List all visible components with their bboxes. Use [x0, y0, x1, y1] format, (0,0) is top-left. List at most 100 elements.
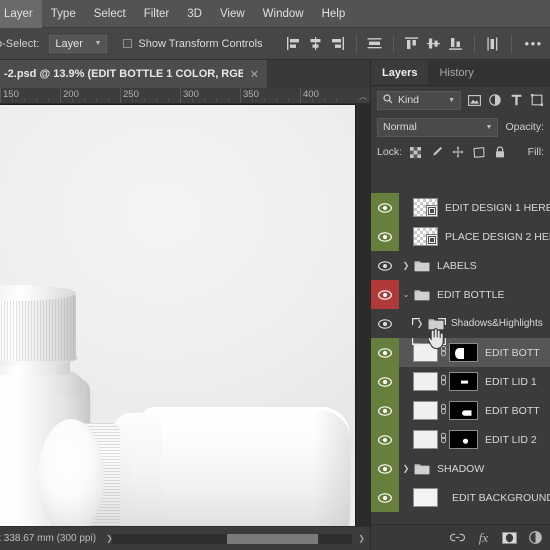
chevron-up-icon[interactable]: ︿: [356, 88, 370, 103]
layer-name: SHADOW: [437, 462, 485, 475]
layer-row[interactable]: EDIT BACKGROUND COLO: [371, 483, 550, 512]
pixel-layer-filter-icon[interactable]: [467, 93, 481, 107]
layer-thumbnail[interactable]: [413, 401, 438, 420]
layer-thumbnail[interactable]: [413, 198, 438, 217]
filter-kind-dropdown[interactable]: Kind ▼: [377, 90, 461, 110]
menu-item-3d[interactable]: 3D: [178, 0, 211, 28]
new-adjustment-layer-icon[interactable]: [528, 530, 543, 545]
filter-type-icons: [467, 93, 544, 107]
layer-visibility-toggle[interactable]: [371, 367, 399, 396]
align-top-edges-icon[interactable]: [401, 34, 423, 54]
lock-artboard-nesting-icon[interactable]: [472, 146, 485, 159]
document-canvas[interactable]: [0, 104, 356, 526]
layer-row[interactable]: EDIT BOTT: [371, 396, 550, 425]
distribute-vertically-icon[interactable]: [482, 34, 504, 54]
tab-history[interactable]: History: [428, 60, 484, 85]
align-horizontal-centers-icon[interactable]: [305, 34, 327, 54]
layer-visibility-toggle[interactable]: [371, 251, 399, 280]
layer-row[interactable]: EDIT LID 2: [371, 425, 550, 454]
layer-visibility-toggle[interactable]: [371, 454, 399, 483]
link-mask-icon[interactable]: [438, 345, 449, 360]
type-layer-filter-icon[interactable]: [509, 93, 523, 107]
close-icon[interactable]: ✕: [250, 68, 259, 81]
layer-visibility-toggle[interactable]: [371, 483, 399, 512]
align-vertical-centers-icon[interactable]: [423, 34, 445, 54]
shape-layer-filter-icon[interactable]: [530, 93, 544, 107]
bottle-lying: [38, 401, 350, 526]
layer-row[interactable]: EDIT LID 1: [371, 367, 550, 396]
layer-name: Shadows&Highlights: [451, 318, 543, 329]
menu-item-filter[interactable]: Filter: [135, 0, 179, 28]
more-options-button[interactable]: •••: [519, 36, 549, 51]
blend-mode-dropdown[interactable]: Normal ▼: [377, 117, 499, 137]
layer-visibility-toggle[interactable]: [371, 396, 399, 425]
layer-thumbnail[interactable]: [413, 488, 438, 507]
layer-visibility-toggle[interactable]: [371, 338, 399, 367]
auto-select-scope-dropdown[interactable]: Layer ▼: [49, 34, 108, 53]
layer-thumbnail[interactable]: [413, 227, 438, 246]
menu-item-window[interactable]: Window: [254, 0, 313, 28]
show-transform-controls-label: Show Transform Controls: [138, 37, 263, 50]
layer-visibility-toggle[interactable]: [371, 193, 399, 222]
scrollbar-thumb[interactable]: [227, 534, 319, 544]
layer-visibility-toggle[interactable]: [371, 222, 399, 251]
layer-row[interactable]: ❯ LABELS: [371, 251, 550, 280]
menu-item-select[interactable]: Select: [85, 0, 135, 28]
layer-visibility-toggle[interactable]: [371, 425, 399, 454]
lock-position-icon[interactable]: [451, 146, 464, 159]
horizontal-scrollbar[interactable]: [112, 534, 352, 544]
link-layers-icon[interactable]: [450, 530, 465, 545]
lock-image-pixels-icon[interactable]: [430, 146, 443, 159]
lock-row: Lock: Fill:: [371, 140, 550, 164]
layer-style-fx-icon[interactable]: fx: [476, 530, 491, 545]
distribute-horizontally-icon[interactable]: [364, 34, 386, 54]
layer-row[interactable]: EDIT DESIGN 1 HERE: [371, 193, 550, 222]
menu-item-view[interactable]: View: [211, 0, 254, 28]
group-disclosure-collapsed-icon[interactable]: ❯: [399, 261, 413, 270]
add-layer-mask-icon[interactable]: [502, 530, 517, 545]
menu-item-layer[interactable]: Layer: [0, 0, 42, 28]
group-disclosure-expanded-icon[interactable]: ⌄: [399, 290, 413, 299]
layer-visibility-toggle[interactable]: [371, 280, 399, 309]
scroll-right-icon[interactable]: ❯: [358, 534, 365, 543]
horizontal-ruler[interactable]: 150 200 250 300 350 400 ︿: [0, 88, 370, 104]
group-disclosure-collapsed-icon[interactable]: ❯: [413, 319, 427, 328]
menu-item-help[interactable]: Help: [313, 0, 355, 28]
link-mask-icon[interactable]: [438, 403, 449, 418]
lock-all-icon[interactable]: [493, 146, 506, 159]
document-tab[interactable]: -2.psd @ 13.9% (EDIT BOTTLE 1 COLOR, RGB…: [0, 60, 268, 88]
layer-mask-thumbnail[interactable]: [449, 372, 478, 391]
layer-row-selected[interactable]: EDIT BOTT: [371, 338, 550, 367]
auto-select-scope-value: Layer: [55, 37, 83, 50]
layer-list[interactable]: EDIT DESIGN 1 HERE PLACE DESIGN 2 HERE: [371, 193, 550, 524]
align-bottom-edges-icon[interactable]: [445, 34, 467, 54]
layer-visibility-toggle[interactable]: [371, 309, 399, 338]
canvas-viewport[interactable]: [0, 104, 370, 526]
layer-row[interactable]: ⌄ EDIT BOTTLE: [371, 280, 550, 309]
chevron-down-icon: ▼: [94, 40, 102, 47]
adjustment-layer-filter-icon[interactable]: [488, 93, 502, 107]
link-mask-icon[interactable]: [438, 374, 449, 389]
layer-name: LABELS: [437, 259, 477, 272]
layer-thumbnail[interactable]: [413, 430, 438, 449]
layer-row[interactable]: ❯ Shadows&Highlights: [371, 309, 550, 338]
folder-icon: [413, 259, 430, 272]
tab-layers[interactable]: Layers: [371, 60, 429, 85]
layer-thumbnail[interactable]: [413, 343, 438, 362]
link-mask-icon[interactable]: [438, 432, 449, 447]
align-right-edges-icon[interactable]: [327, 34, 349, 54]
chevron-down-icon: ▼: [485, 123, 493, 131]
options-bar: o-Select: Layer ▼ Show Transform Control…: [0, 28, 550, 60]
group-disclosure-collapsed-icon[interactable]: ❯: [399, 464, 413, 473]
options-divider-5: [510, 34, 512, 53]
layer-row[interactable]: PLACE DESIGN 2 HERE: [371, 222, 550, 251]
show-transform-controls-checkbox[interactable]: Show Transform Controls: [123, 37, 263, 50]
layer-mask-thumbnail[interactable]: [449, 401, 478, 420]
layer-row[interactable]: ❯ SHADOW: [371, 454, 550, 483]
align-left-edges-icon[interactable]: [283, 34, 305, 54]
layer-thumbnail[interactable]: [413, 372, 438, 391]
menu-item-type[interactable]: Type: [42, 0, 85, 28]
lock-transparent-pixels-icon[interactable]: [409, 146, 422, 159]
layer-mask-thumbnail[interactable]: [449, 343, 478, 362]
layer-mask-thumbnail[interactable]: [449, 430, 478, 449]
